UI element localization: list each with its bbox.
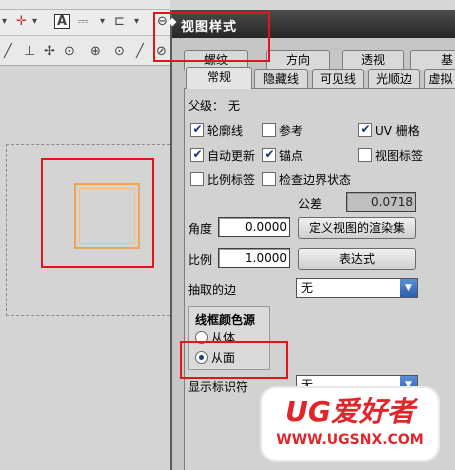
text-tool-icon[interactable]: A	[54, 14, 71, 29]
watermark-badge: UG爱好者 WWW.UGSNX.COM	[262, 388, 438, 460]
checkbox-reference-label: 参考	[279, 124, 304, 138]
snap-point-icon[interactable]: ⊘	[156, 45, 167, 58]
tolerance-label: 公差	[298, 197, 323, 211]
checkbox-scale-label[interactable]	[190, 172, 204, 186]
snap-point-icon[interactable]: ╱	[4, 45, 12, 58]
display-marker-label: 显示标识符	[188, 380, 249, 394]
tolerance-field: 0.0718	[346, 192, 416, 212]
radio-from-body-label: 从体	[211, 331, 236, 345]
snap-point-icon[interactable]: ⊙	[64, 45, 75, 58]
checkbox-silhouettes[interactable]: ✔	[190, 122, 204, 137]
dropdown-arrow-icon[interactable]: ▾	[134, 17, 139, 27]
tab-hidden-lines[interactable]: 隐藏线	[254, 69, 308, 89]
watermark-url: WWW.UGSNX.COM	[276, 432, 424, 448]
dropdown-arrow-icon[interactable]: ▾	[2, 17, 7, 27]
dropdown-arrow-icon[interactable]: ▾	[100, 17, 105, 27]
point-tool-icon[interactable]: ✛	[16, 15, 27, 28]
snap-point-icon[interactable]: ✢	[44, 45, 55, 58]
parent-label: 父级：	[188, 99, 225, 113]
wireframe-color-source-title: 线框颜色源	[195, 313, 256, 327]
checkbox-view-label-label: 视图标签	[375, 149, 424, 163]
dialog-title: 视图样式	[181, 20, 238, 35]
toolbar-row-1: ▾ ✛ ▾ A ⎓ ▾ ⊏ ▾ ⊖	[0, 10, 170, 36]
extracted-edges-label: 抽取的边	[188, 283, 237, 297]
tab-base[interactable]: 基	[410, 50, 455, 70]
checkbox-uv-grid-label: UV 栅格	[375, 124, 420, 138]
checkbox-auto-update-label: 自动更新	[207, 149, 256, 163]
extracted-edges-select[interactable]: 无 ▼	[296, 278, 418, 298]
checkmark-icon: ✔	[264, 147, 275, 161]
tab-orientation[interactable]: 方向	[266, 50, 330, 70]
watermark-logo: UG爱好者	[285, 395, 415, 428]
checkmark-icon: ✔	[192, 122, 203, 136]
tab-smooth-edges[interactable]: 光顺边	[368, 69, 420, 89]
checkmark-icon: ✔	[192, 147, 203, 161]
snap-point-icon[interactable]: ⊙	[114, 45, 125, 58]
checkbox-reference[interactable]	[262, 123, 276, 137]
tab-visible-lines[interactable]: 可见线	[312, 69, 364, 89]
radio-from-face-label: 从面	[211, 351, 236, 365]
radio-selected-dot	[199, 355, 204, 360]
angle-input[interactable]: 0.0000	[218, 217, 290, 237]
parent-value: 无	[228, 99, 241, 113]
tab-virtual[interactable]: 虚拟	[424, 69, 455, 89]
snap-point-icon[interactable]: ╱	[136, 45, 144, 58]
extracted-edges-value: 无	[301, 281, 314, 295]
tab-general[interactable]: 常规	[186, 67, 252, 89]
line-tool-icon[interactable]: ⎓	[78, 15, 88, 28]
define-render-set-button[interactable]: 定义视图的渲染集	[298, 217, 416, 239]
wireframe-color-source-group: 线框颜色源 从体 从面	[188, 306, 270, 370]
dimension-tool-icon[interactable]: ⊏	[114, 15, 125, 28]
drawing-view-inner-border	[79, 188, 135, 244]
checkbox-check-boundary-label: 检查边界状态	[279, 173, 352, 187]
checkbox-uv-grid[interactable]: ✔	[358, 122, 372, 137]
checkbox-silhouettes-label: 轮廓线	[207, 124, 244, 138]
checkbox-anchor[interactable]: ✔	[262, 147, 276, 162]
scale-label: 比例	[188, 253, 213, 267]
chevron-down-icon[interactable]: ▼	[400, 279, 417, 297]
checkbox-view-label[interactable]	[358, 148, 372, 162]
angle-label: 角度	[188, 222, 213, 236]
toolbar-row-2: ╱ ⊥ ✢ ⊙ ⊕ ⊙ ╱ ⊘	[0, 36, 170, 66]
expression-button[interactable]: 表达式	[298, 248, 416, 270]
zoom-icon[interactable]: ⊖	[157, 15, 168, 28]
tab-perspective[interactable]: 透视	[342, 50, 404, 70]
radio-from-body[interactable]	[195, 331, 208, 344]
top-menu-strip	[0, 0, 170, 10]
checkbox-check-boundary[interactable]	[262, 172, 276, 186]
dialog-app-icon: ◆	[168, 15, 177, 28]
snap-point-icon[interactable]: ⊥	[24, 45, 35, 58]
dialog-titlebar[interactable]: ◆ 视图样式	[168, 10, 455, 38]
checkbox-anchor-label: 锚点	[279, 149, 304, 163]
crosshair-icon[interactable]: ⊕	[90, 45, 101, 58]
checkbox-auto-update[interactable]: ✔	[190, 147, 204, 162]
radio-from-face[interactable]	[195, 351, 208, 364]
checkbox-scale-label-label: 比例标签	[207, 173, 256, 187]
dropdown-arrow-icon[interactable]: ▾	[32, 17, 37, 27]
checkmark-icon: ✔	[360, 122, 371, 136]
scale-input[interactable]: 1.0000	[218, 248, 290, 268]
